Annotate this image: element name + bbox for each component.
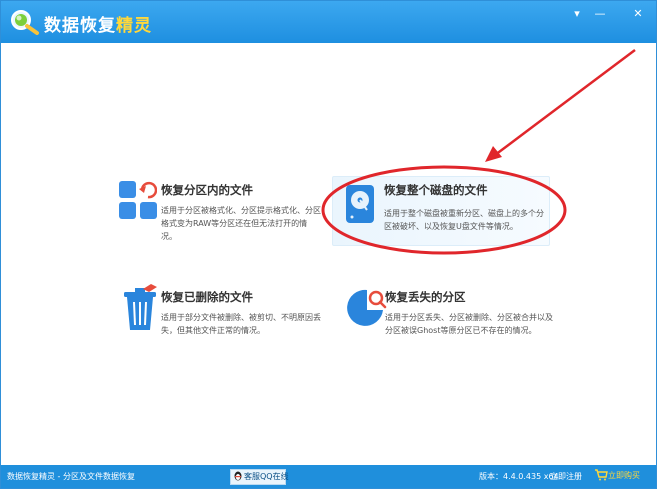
recycle-bin-icon (124, 284, 157, 330)
option-title: 恢复分区内的文件 (161, 183, 253, 197)
app-title-main: 数据恢复 (44, 16, 116, 36)
magnifier-logo-icon (11, 10, 39, 35)
qq-penguin-icon (234, 471, 242, 481)
option-recover-whole-disk[interactable]: 恢复整个磁盘的文件 适用于整个磁盘被重新分区、磁盘上的多个分区被破坏、以及恢复U… (332, 176, 550, 246)
option-description: 适用于分区丢失、分区被删除、分区被合并以及分区被误Ghost等原分区已不存在的情… (385, 313, 553, 335)
buy-label: 立即购买 (608, 471, 640, 480)
minimize-icon: — (594, 7, 606, 20)
option-recover-lost-partition[interactable]: 恢复丢失的分区 适用于分区丢失、分区被删除、分区被合并以及分区被误Ghost等原… (339, 278, 557, 340)
register-link[interactable]: 立即注册 (550, 471, 582, 482)
option-description: 适用于分区被格式化、分区提示格式化、分区格式变为RAW等分区还在但无法打开的情况… (161, 206, 321, 241)
option-recover-deleted-files[interactable]: 恢复已删除的文件 适用于部分文件被删除、被剪切、不明原因丢失，但其他文件正常的情… (113, 278, 323, 340)
option-title: 恢复丢失的分区 (385, 290, 466, 304)
title-bar[interactable]: 数据恢复精灵 ▾ — ✕ (1, 1, 656, 43)
close-icon: ✕ (633, 7, 643, 20)
buy-link[interactable]: 立即购买 (594, 469, 640, 481)
minimize-button[interactable]: — (591, 7, 609, 21)
status-bar: 数据恢复精灵 - 分区及文件数据恢复 客服QQ在线 版本：4.4.0.435 x… (1, 465, 656, 488)
partition-files-icon (119, 181, 157, 219)
menu-button[interactable]: ▾ (568, 7, 586, 21)
option-title: 恢复已删除的文件 (161, 290, 253, 304)
close-button[interactable]: ✕ (629, 7, 647, 21)
support-label: 客服QQ在线 (244, 472, 289, 481)
version-text: 版本：4.4.0.435 x64 (479, 472, 559, 481)
status-app-text: 数据恢复精灵 - 分区及文件数据恢复 (7, 472, 135, 481)
lost-partition-icon (347, 289, 387, 326)
option-title: 恢复整个磁盘的文件 (384, 183, 488, 197)
option-description: 适用于整个磁盘被重新分区、磁盘上的多个分区被破坏、以及恢复U盘文件等情况。 (384, 209, 544, 231)
support-qq-button[interactable]: 客服QQ在线 (230, 469, 289, 485)
option-recover-partition-files[interactable]: 恢复分区内的文件 适用于分区被格式化、分区提示格式化、分区格式变为RAW等分区还… (113, 171, 323, 241)
option-description: 适用于部分文件被删除、被剪切、不明原因丢失，但其他文件正常的情况。 (161, 313, 321, 335)
chevron-down-icon: ▾ (574, 7, 580, 20)
main-panel: 恢复分区内的文件 适用于分区被格式化、分区提示格式化、分区格式变为RAW等分区还… (1, 43, 656, 465)
app-title-accent: 精灵 (116, 16, 152, 36)
disk-icon (346, 185, 374, 223)
app-title: 数据恢复精灵 (44, 11, 152, 36)
app-window: 数据恢复精灵 ▾ — ✕ 恢复分区内的文件 适用于分区被格式化、分区提示格式化、… (0, 0, 657, 489)
shopping-cart-icon (595, 469, 608, 481)
